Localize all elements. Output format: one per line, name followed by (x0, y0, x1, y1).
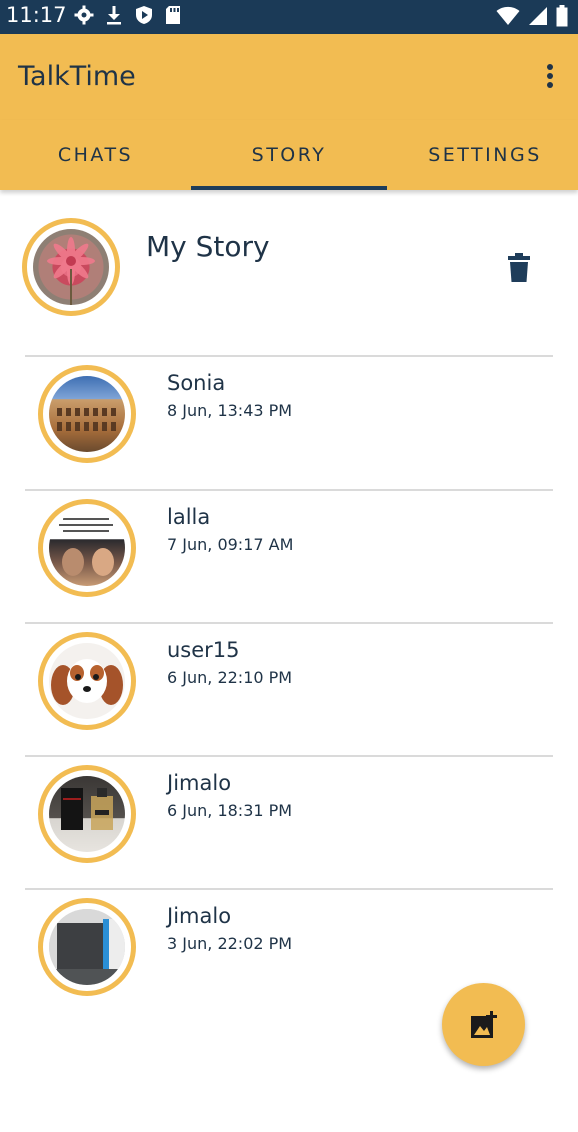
app-bar: TalkTime (0, 34, 578, 120)
box-image (49, 909, 125, 985)
list-item[interactable]: Sonia 8 Jun, 13:43 PM (0, 357, 578, 489)
status-bar: 11:17 (0, 0, 578, 34)
tab-settings[interactable]: SETTINGS (387, 120, 578, 190)
my-story-row[interactable]: My Story (0, 200, 578, 340)
trash-icon[interactable] (506, 253, 532, 283)
tab-story[interactable]: STORY (191, 120, 387, 190)
story-time: 8 Jun, 13:43 PM (167, 401, 293, 420)
tab-settings-label: SETTINGS (428, 144, 542, 166)
story-name: Jimalo (167, 904, 232, 928)
my-story-label: My Story (146, 230, 270, 263)
signal-icon (529, 7, 547, 25)
story-avatar[interactable] (38, 898, 136, 996)
add-photo-icon (470, 1010, 497, 1038)
flower-image (33, 229, 109, 305)
story-avatar[interactable] (38, 499, 136, 597)
puppy-image (49, 643, 125, 719)
wifi-icon (496, 6, 520, 25)
story-time: 3 Jun, 22:02 PM (167, 934, 293, 953)
list-item[interactable]: lalla 7 Jun, 09:17 AM (0, 491, 578, 623)
couple-image (49, 510, 125, 586)
more-vert-icon[interactable] (538, 64, 562, 92)
colosseum-image (49, 376, 125, 452)
list-item[interactable]: Jimalo 6 Jun, 18:31 PM (0, 757, 578, 889)
shield-icon (136, 6, 152, 24)
tab-chats-label: CHATS (57, 144, 134, 166)
add-story-button[interactable] (442, 983, 525, 1066)
story-name: Sonia (167, 371, 226, 395)
tab-story-label: STORY (251, 144, 327, 166)
story-name: Jimalo (167, 771, 232, 795)
tab-chats[interactable]: CHATS (0, 120, 191, 190)
story-avatar[interactable] (38, 632, 136, 730)
story-avatar[interactable] (38, 765, 136, 863)
status-time: 11:17 (6, 3, 67, 27)
list-item[interactable]: user15 6 Jun, 22:10 PM (0, 624, 578, 756)
story-time: 6 Jun, 18:31 PM (167, 801, 293, 820)
tab-bar: CHATS STORY SETTINGS (0, 120, 578, 190)
story-name: lalla (167, 505, 211, 529)
story-avatar[interactable] (38, 365, 136, 463)
battery-icon (556, 5, 568, 27)
story-time: 6 Jun, 22:10 PM (167, 668, 293, 687)
story-time: 7 Jun, 09:17 AM (167, 535, 294, 554)
settings-icon (74, 5, 94, 25)
download-icon (107, 6, 121, 25)
story-name: user15 (167, 638, 240, 662)
status-icons-right (496, 5, 568, 27)
status-icons-left (74, 5, 182, 25)
tab-indicator (191, 186, 387, 190)
perfume-image (49, 776, 125, 852)
my-story-avatar[interactable] (22, 218, 120, 316)
sd-card-icon (166, 6, 180, 24)
app-title: TalkTime (18, 61, 136, 92)
